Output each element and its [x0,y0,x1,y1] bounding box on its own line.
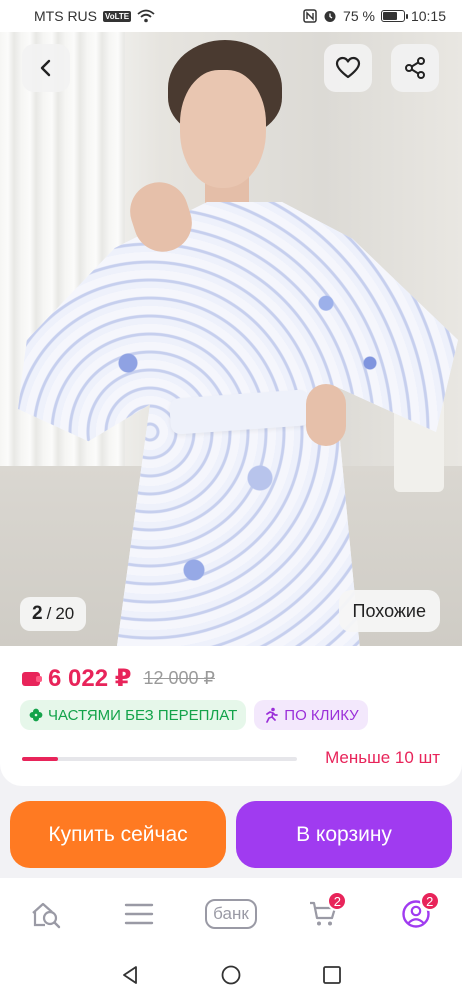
clock: 10:15 [410,8,446,24]
stock-progress-bar [22,757,297,761]
back-triangle-icon[interactable] [119,964,141,986]
add-to-cart-button[interactable]: В корзину [236,801,452,868]
favorite-button[interactable] [324,44,372,92]
profile-badge: 2 [419,891,440,911]
clover-icon [29,708,43,722]
product-info-card: 6 022 ₽ 12 000 ₽ ЧАСТЯМИ БЕЗ ПЕРЕПЛАТ ПО… [0,646,462,786]
product-image[interactable] [0,32,462,646]
promo-chips: ЧАСТЯМИ БЕЗ ПЕРЕПЛАТ ПО КЛИКУ [20,700,368,730]
nav-home-search[interactable] [16,889,76,939]
cart-badge: 2 [327,891,348,911]
volte-icon: VoLTE [103,10,132,22]
recents-square-icon[interactable] [321,964,343,986]
gallery-current: 2 [32,603,43,624]
home-search-icon [32,902,61,929]
stock-progress-fill [22,757,58,761]
menu-icon [124,903,153,925]
current-price: 6 022 ₽ [48,665,132,692]
chevron-left-icon [40,59,51,77]
gallery-separator: / [46,604,52,623]
wifi-icon [137,9,155,23]
back-button[interactable] [22,44,70,92]
bank-icon: банк [205,899,257,929]
battery-percent: 75 % [343,8,375,24]
share-icon [405,57,425,79]
running-person-icon [266,707,279,723]
carrier-name: MTS RUS [34,8,97,24]
nav-cart[interactable]: 2 [293,889,353,939]
similar-button[interactable]: Похожие [338,590,440,632]
installments-chip[interactable]: ЧАСТЯМИ БЕЗ ПЕРЕПЛАТ [20,700,247,730]
installments-label: ЧАСТЯМИ БЕЗ ПЕРЕПЛАТ [48,706,238,724]
old-price: 12 000 ₽ [143,668,215,688]
model-face [180,70,266,188]
nav-bank[interactable]: банк [201,889,261,939]
gallery-total: 20 [55,604,75,623]
system-nav-bar [0,950,462,1000]
home-circle-icon[interactable] [220,964,242,986]
price-row: 6 022 ₽ 12 000 ₽ [22,664,215,693]
stock-text: Меньше 10 шт [325,748,440,767]
action-bar: Купить сейчас В корзину [0,796,462,880]
heart-icon [335,56,361,79]
one-click-chip[interactable]: ПО КЛИКУ [254,700,368,730]
one-click-label: ПО КЛИКУ [284,706,359,724]
nav-profile[interactable]: 2 [386,889,446,939]
alarm-icon [324,11,336,22]
gallery-counter: 2 / 20 [20,597,87,631]
buy-now-button[interactable]: Купить сейчас [10,801,226,868]
product-screen: MTS RUS VoLTE 75 % 10:15 2 / 20 Похожие … [0,0,462,1000]
status-bar: MTS RUS VoLTE 75 % 10:15 [0,0,462,32]
battery-icon [380,10,408,22]
nav-catalog[interactable] [109,889,169,939]
bottom-nav: банк 2 2 [0,878,462,950]
nfc-icon [303,9,317,23]
wallet-icon [22,671,42,686]
share-button[interactable] [391,44,439,92]
